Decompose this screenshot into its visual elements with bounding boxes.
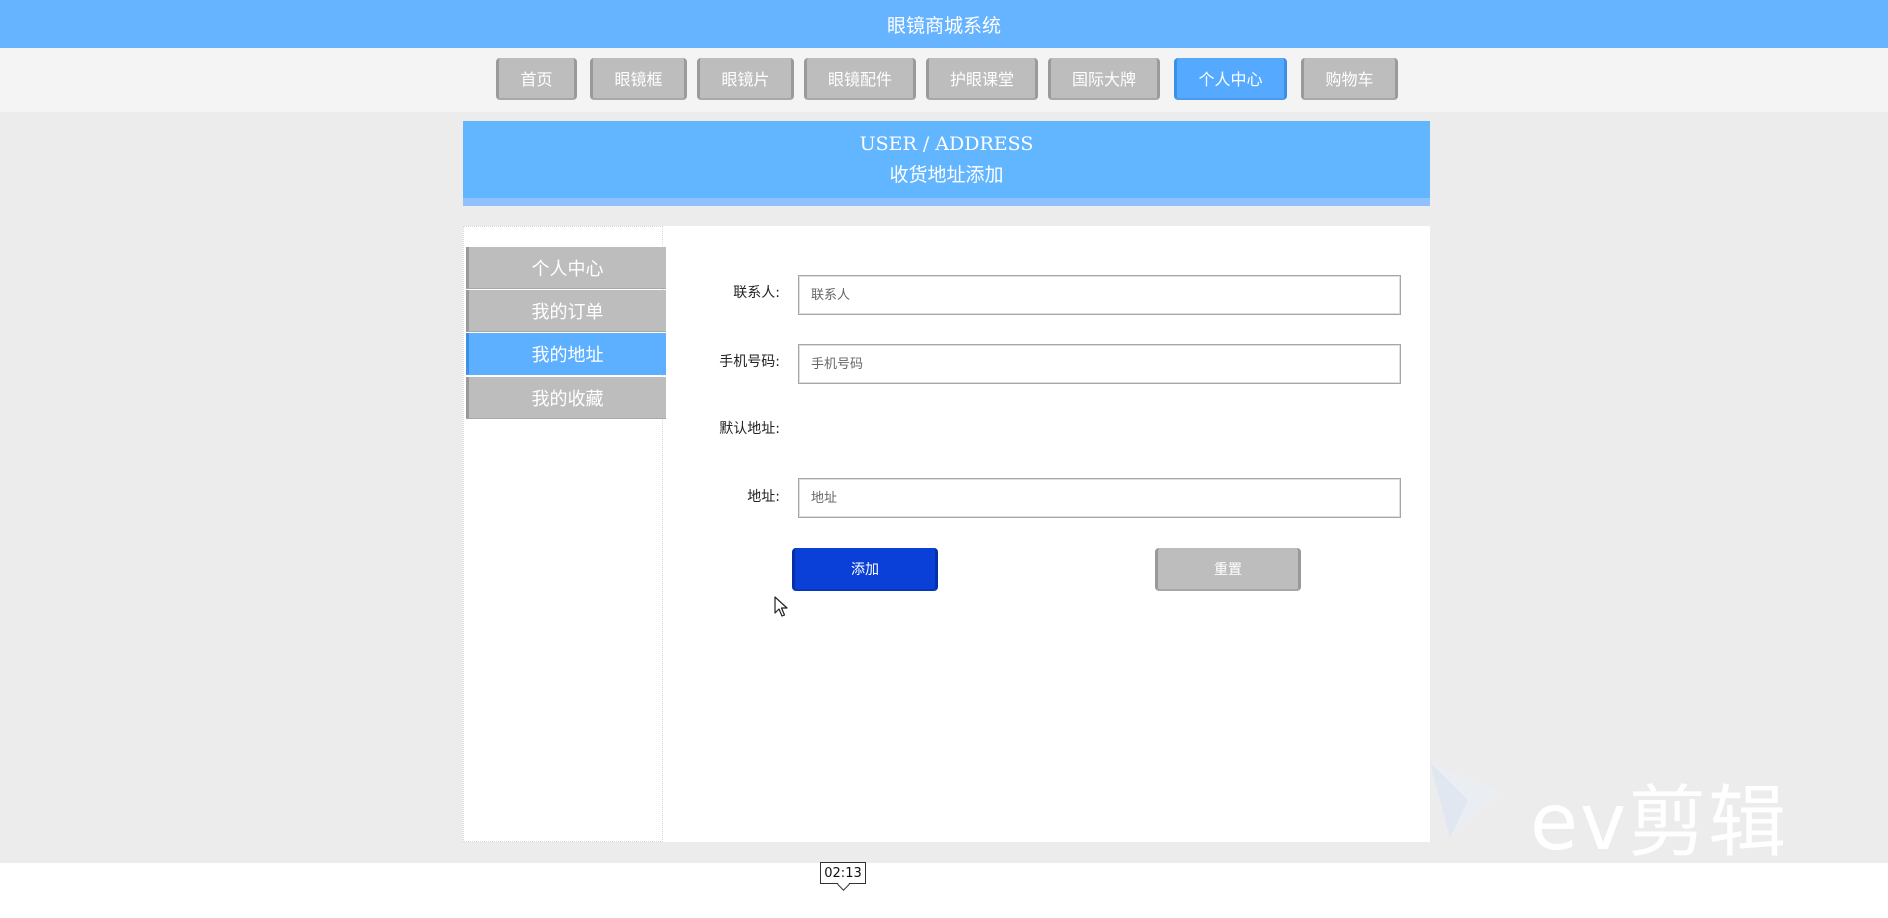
page-banner: USER / ADDRESS 收货地址添加 bbox=[463, 121, 1430, 206]
sidebar-item-my-address[interactable]: 我的地址 bbox=[466, 333, 666, 375]
nav-item-brands[interactable]: 国际大牌 bbox=[1048, 58, 1160, 100]
app-title: 眼镜商城系统 bbox=[886, 14, 1001, 37]
contact-input[interactable] bbox=[798, 275, 1401, 315]
nav-item-cart[interactable]: 购物车 bbox=[1301, 58, 1398, 100]
nav-item-personal-center[interactable]: 个人中心 bbox=[1174, 58, 1287, 100]
default-address-label: 默认地址: bbox=[719, 421, 780, 437]
sidebar-item-personal-center[interactable]: 个人中心 bbox=[466, 247, 666, 289]
nav-item-frames[interactable]: 眼镜框 bbox=[590, 58, 687, 100]
add-button[interactable]: 添加 bbox=[792, 548, 938, 591]
mouse-cursor-icon bbox=[774, 596, 788, 617]
user-sidebar: 个人中心 我的订单 我的地址 我的收藏 bbox=[463, 226, 666, 842]
address-label: 地址: bbox=[747, 489, 780, 505]
watermark-text: ev剪辑 bbox=[1530, 778, 1789, 868]
nav-item-eye-care[interactable]: 护眼课堂 bbox=[926, 58, 1038, 100]
reset-button[interactable]: 重置 bbox=[1155, 548, 1301, 591]
app-title-bar: 眼镜商城系统 bbox=[0, 0, 1888, 48]
sidebar-item-my-orders[interactable]: 我的订单 bbox=[466, 290, 666, 332]
address-input[interactable] bbox=[798, 478, 1401, 518]
main-nav: 首页 眼镜框 眼镜片 眼镜配件 护眼课堂 国际大牌 个人中心 购物车 bbox=[0, 48, 1888, 112]
phone-input[interactable] bbox=[798, 344, 1401, 384]
banner-title-cn: 收货地址添加 bbox=[889, 164, 1004, 186]
banner-title-en: USER / ADDRESS bbox=[859, 133, 1034, 155]
sidebar-item-my-favorites[interactable]: 我的收藏 bbox=[466, 377, 666, 419]
nav-item-lenses[interactable]: 眼镜片 bbox=[697, 58, 794, 100]
video-timestamp: 02:13 bbox=[820, 862, 866, 884]
nav-item-accessories[interactable]: 眼镜配件 bbox=[804, 58, 916, 100]
phone-label: 手机号码: bbox=[719, 354, 780, 370]
contact-label: 联系人: bbox=[733, 285, 780, 301]
nav-item-home[interactable]: 首页 bbox=[496, 58, 577, 100]
